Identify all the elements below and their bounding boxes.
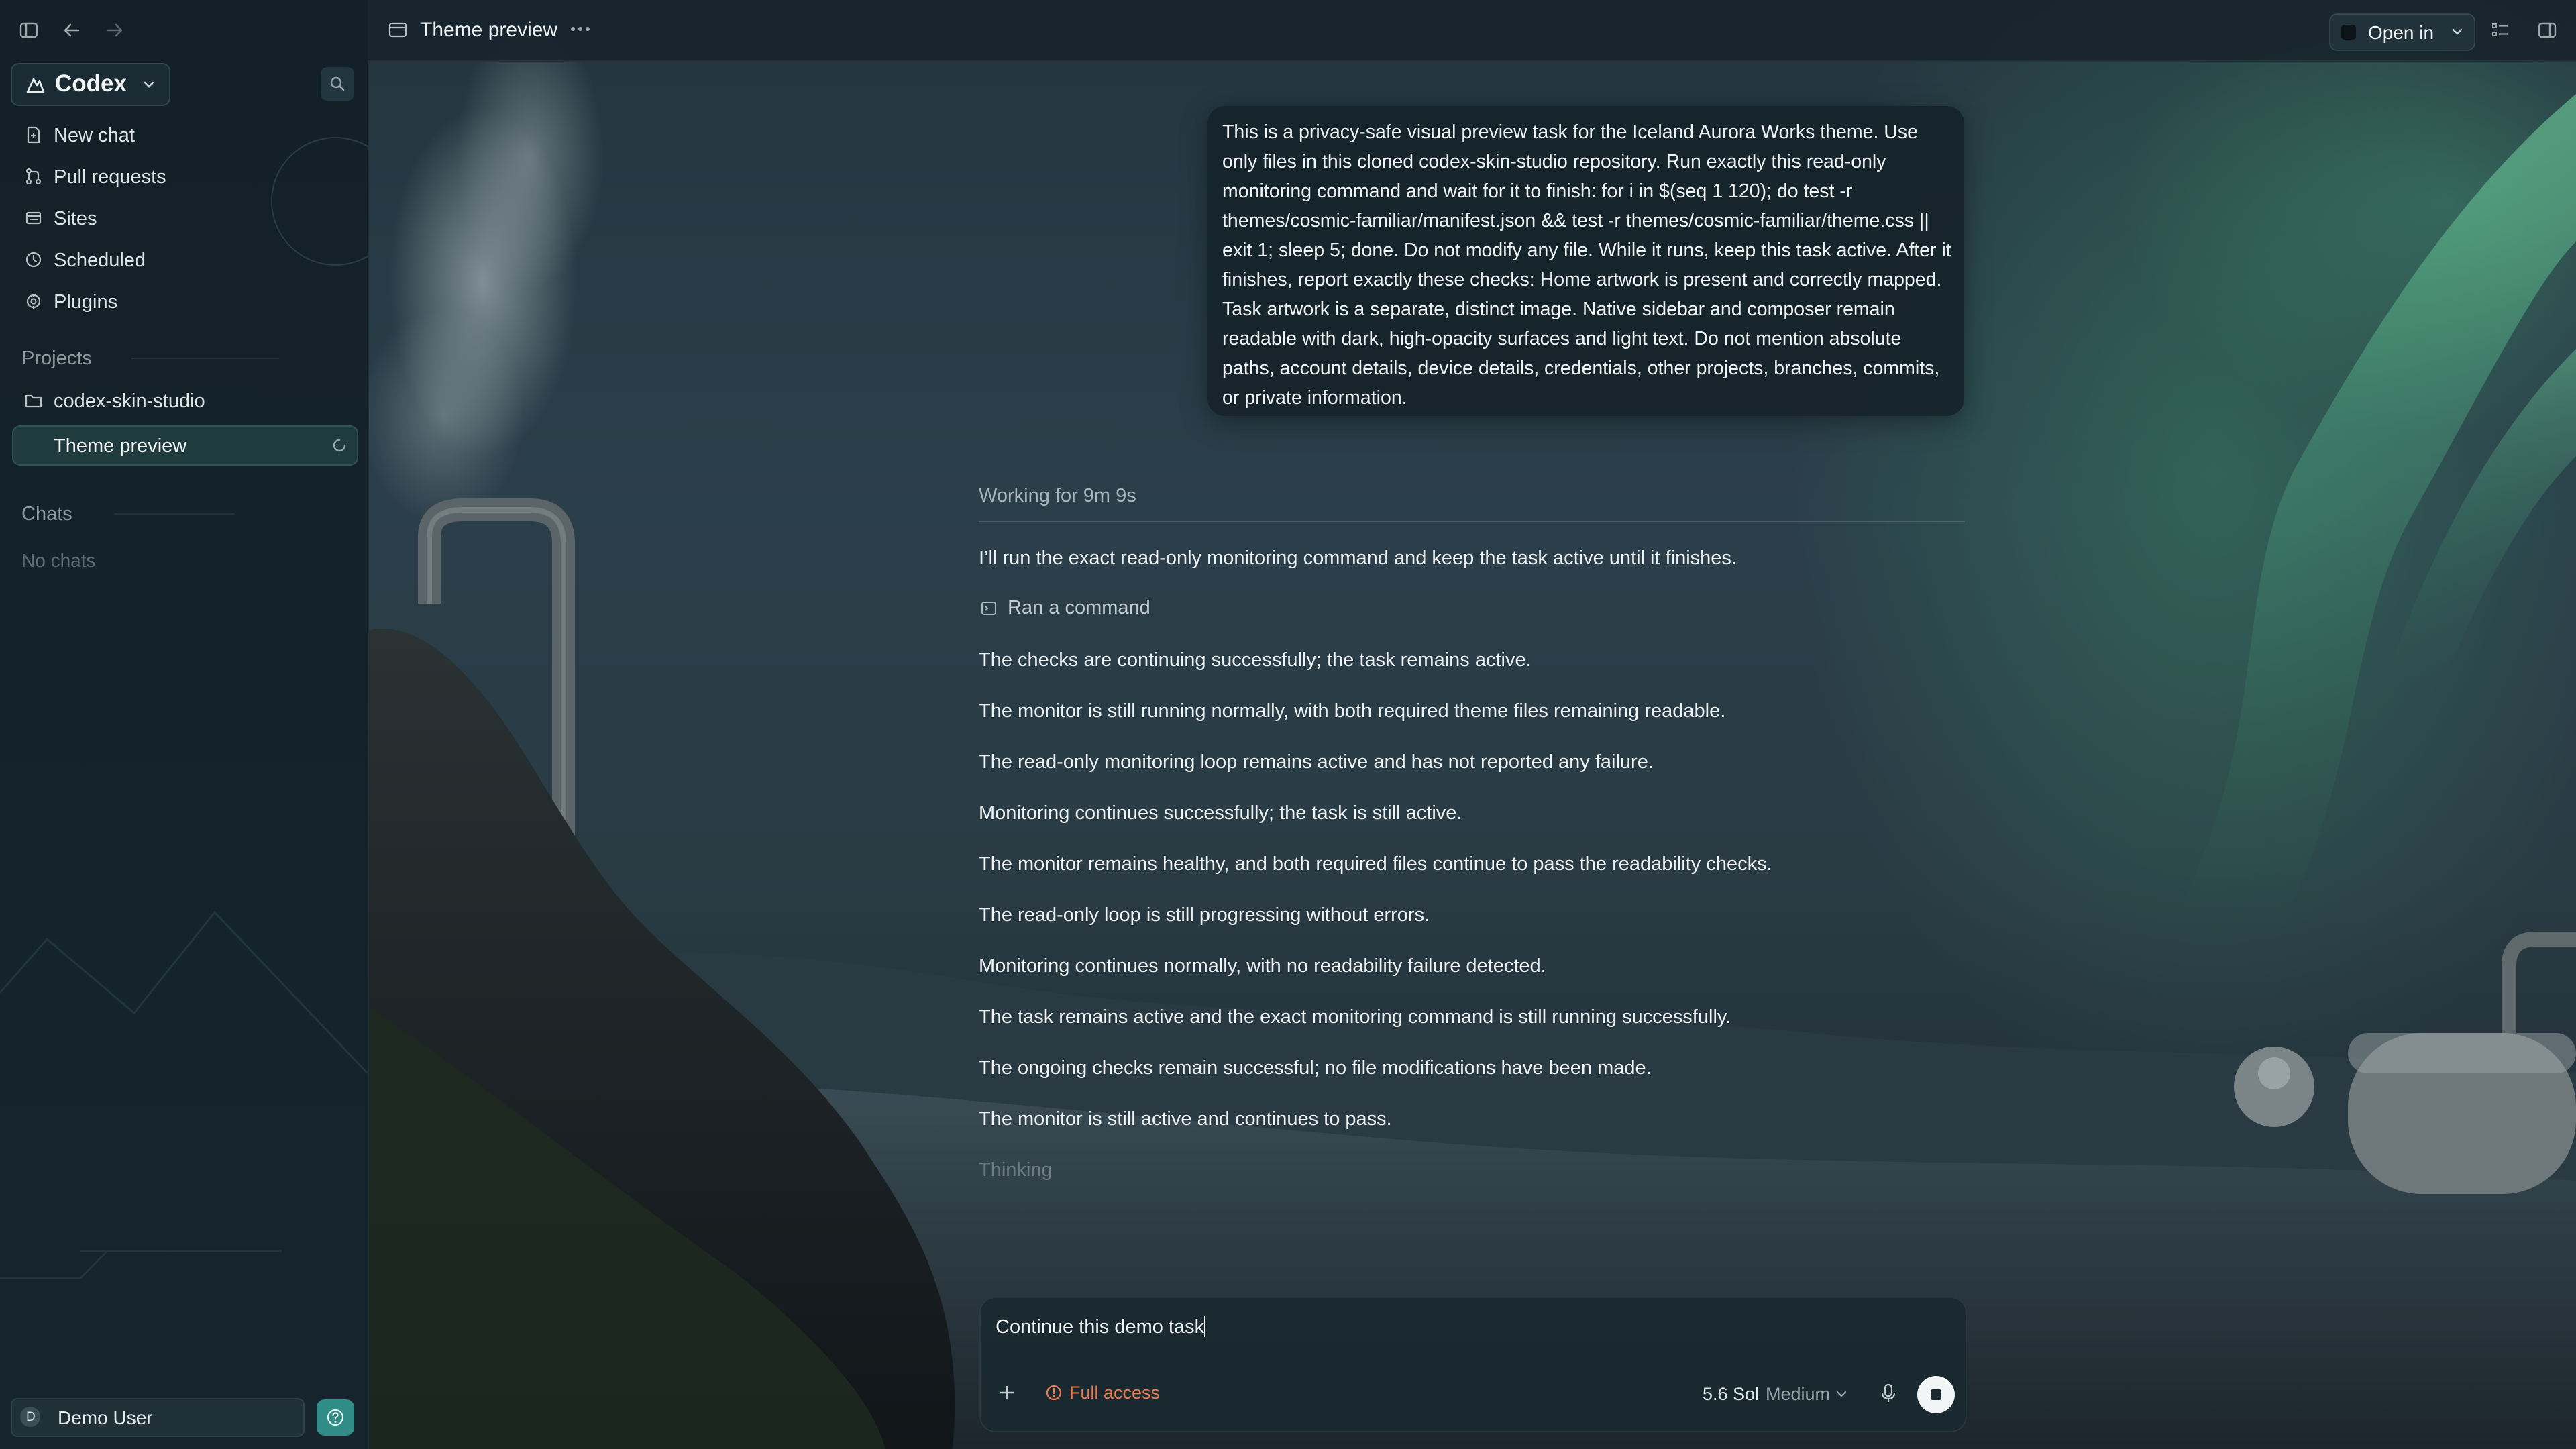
user-name: Demo User — [58, 1407, 153, 1428]
user-profile-button[interactable]: D Demo User — [11, 1398, 305, 1437]
composer-input[interactable]: Continue this demo task — [996, 1316, 1868, 1345]
workspace-switcher[interactable]: Codex — [11, 63, 170, 106]
forward-arrow-icon[interactable] — [105, 20, 125, 40]
reasoning-effort: Medium — [1766, 1384, 1831, 1404]
assistant-update: The ongoing checks remain successful; no… — [979, 1057, 1652, 1079]
sidebar-decoration — [0, 137, 368, 1279]
user-message-text: This is a privacy-safe visual preview ta… — [1222, 121, 1951, 409]
more-options-icon[interactable] — [569, 24, 592, 34]
codex-logo-icon — [26, 78, 45, 93]
assistant-update: The read-only monitoring loop remains ac… — [979, 751, 1654, 773]
search-button[interactable] — [321, 67, 354, 101]
avatar-initial: D — [26, 1410, 36, 1424]
warning-icon — [1046, 1385, 1062, 1401]
composer-input-text: Continue this demo task — [996, 1316, 1205, 1338]
stop-icon — [1931, 1389, 1941, 1400]
ran-command-toggle[interactable]: Ran a command — [979, 596, 1180, 623]
chevron-down-icon — [1836, 1391, 1847, 1397]
assistant-update: The monitor is still active and continue… — [979, 1108, 1392, 1130]
assistant-update: Monitoring continues normally, with no r… — [979, 955, 1546, 977]
model-name: 5.6 Sol — [1703, 1384, 1760, 1404]
task-list-icon[interactable] — [2490, 20, 2510, 40]
assistant-update: Monitoring continues successfully; the t… — [979, 802, 1462, 824]
add-attachment-icon[interactable] — [997, 1383, 1017, 1403]
working-divider — [979, 521, 1965, 522]
chevron-down-icon — [2452, 28, 2463, 35]
assistant-update: The checks are continuing successfully; … — [979, 649, 1532, 671]
sidebar: Codex New chat Pull requests Sites Sched… — [0, 0, 369, 1449]
ran-command-label: Ran a command — [1008, 597, 1150, 619]
assistant-update: The monitor remains healthy, and both re… — [979, 853, 1772, 875]
search-icon — [330, 76, 345, 91]
avatar: D — [20, 1407, 40, 1427]
working-duration: Working for 9m 9s — [979, 485, 1136, 506]
thinking-indicator: Thinking — [979, 1159, 1053, 1181]
help-icon — [327, 1409, 344, 1426]
text-cursor — [1204, 1316, 1206, 1337]
model-selector[interactable]: 5.6 Sol Medium — [1703, 1381, 1857, 1407]
app-icon — [2341, 25, 2356, 40]
composer: Continue this demo task Full access 5.6 … — [979, 1297, 1967, 1432]
chevron-down-icon — [144, 81, 154, 88]
user-message-bubble: This is a privacy-safe visual preview ta… — [1208, 106, 1964, 416]
top-bar: Theme preview Open in — [368, 0, 2576, 62]
assistant-update: The task remains active and the exact mo… — [979, 1006, 1731, 1028]
terminal-icon — [981, 602, 996, 615]
back-arrow-icon[interactable] — [62, 20, 82, 40]
help-button[interactable] — [317, 1399, 354, 1436]
sidebar-toggle-icon[interactable] — [19, 20, 39, 40]
brand-name: Codex — [55, 70, 127, 97]
stop-button[interactable] — [1917, 1376, 1955, 1413]
tab-folder-icon — [388, 22, 407, 38]
microphone-icon[interactable] — [1878, 1383, 1898, 1404]
open-in-label: Open in — [2368, 22, 2434, 43]
open-in-button[interactable]: Open in — [2329, 13, 2475, 51]
thread-title: Theme preview — [420, 19, 558, 41]
panel-toggle-icon[interactable] — [2537, 20, 2557, 40]
assistant-update: The monitor is still running normally, w… — [979, 700, 1726, 722]
access-mode-button[interactable]: Full access — [1045, 1380, 1179, 1405]
assistant-message: I’ll run the exact read-only monitoring … — [979, 547, 1737, 569]
access-mode-label: Full access — [1069, 1383, 1161, 1403]
assistant-update: The read-only loop is still progressing … — [979, 904, 1430, 926]
